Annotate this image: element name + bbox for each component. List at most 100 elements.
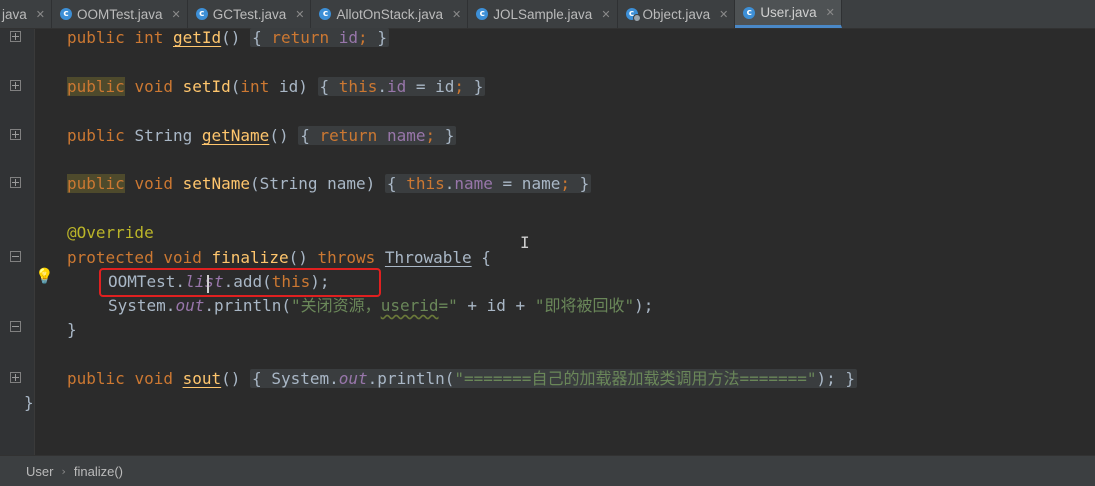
token: = name	[492, 174, 561, 193]
mouse-ibeam-cursor: I	[520, 233, 530, 252]
token: {	[252, 28, 262, 47]
string-literal: ="	[438, 296, 458, 315]
code-line-sout: public void sout() { System.out.println(…	[67, 367, 858, 391]
tab-label: java	[2, 6, 27, 22]
code-line-finalize: protected void finalize() throws Throwab…	[67, 246, 491, 270]
chevron-right-icon: ›	[61, 464, 66, 478]
keyword: public	[67, 28, 125, 47]
token: ;	[425, 126, 436, 145]
folded-body[interactable]: { return id; }	[250, 28, 389, 47]
folded-body[interactable]: { System.out.println("=======自己的加载器加载类调用…	[250, 369, 858, 388]
static-field: out	[338, 369, 368, 388]
token: .println(	[204, 296, 292, 315]
token: {	[481, 248, 491, 267]
tab-label: OOMTest.java	[76, 6, 163, 22]
token: }	[473, 77, 484, 96]
tab-partial-java[interactable]: java ✕	[0, 0, 52, 28]
tab-gctest[interactable]: c GCTest.java ✕	[188, 0, 312, 28]
close-icon[interactable]: ✕	[719, 8, 728, 21]
code-line-method-close: }	[67, 320, 77, 339]
class-icon: c	[59, 8, 72, 20]
token: = id	[406, 77, 455, 96]
tab-oomtest[interactable]: c OOMTest.java ✕	[52, 0, 188, 28]
token: }	[845, 369, 856, 388]
token: .println(	[367, 369, 455, 388]
string-literal: userid	[380, 296, 439, 315]
keyword: void	[134, 174, 173, 193]
keyword: throws	[317, 248, 376, 267]
method-name: getName	[201, 126, 270, 145]
close-icon[interactable]: ✕	[295, 8, 304, 21]
keyword: void	[163, 248, 202, 267]
keyword: int	[240, 77, 270, 96]
keyword: return	[319, 126, 378, 145]
token: {	[386, 174, 397, 193]
token: );	[634, 296, 654, 315]
token: )	[298, 77, 308, 96]
method-name: setName	[182, 174, 251, 193]
string-literal: "=======自己的加载器加载类调用方法======="	[454, 369, 817, 388]
breadcrumb-method[interactable]: finalize()	[74, 464, 123, 479]
keyword: this	[406, 174, 445, 193]
close-icon[interactable]: ✕	[452, 8, 461, 21]
class-icon: c	[476, 8, 489, 20]
field: id	[338, 28, 359, 47]
code-line-println: System.out.println("关闭资源，userid=" + id +…	[108, 294, 653, 318]
tab-allotonstack[interactable]: c AllotOnStack.java ✕	[311, 0, 469, 28]
tab-label: User.java	[760, 5, 817, 20]
token: id	[278, 77, 299, 96]
code-line-setid: public void setId(int id) { this.id = id…	[67, 75, 486, 99]
field: id	[386, 77, 407, 96]
keyword: void	[134, 77, 173, 96]
breadcrumb-class[interactable]: User	[26, 464, 53, 479]
token: }	[444, 126, 455, 145]
code-line-setname: public void setName(String name) { this.…	[67, 172, 592, 196]
method-name: sout	[182, 369, 222, 388]
keyword: public	[67, 369, 125, 388]
folded-body[interactable]: { return name; }	[298, 126, 457, 145]
token: {	[300, 126, 310, 145]
close-icon[interactable]: ✕	[172, 8, 181, 21]
keyword: void	[134, 369, 173, 388]
token: {	[252, 369, 262, 388]
folded-body[interactable]: { this.id = id; }	[317, 77, 486, 96]
class-ref: System.	[271, 369, 339, 388]
token: ()	[288, 248, 308, 267]
tab-label: Object.java	[642, 6, 711, 22]
token: ()	[221, 369, 241, 388]
tab-user[interactable]: c User.java ✕	[735, 0, 842, 28]
tab-jolsample[interactable]: c JOLSample.java ✕	[468, 0, 618, 28]
code-editor[interactable]: 💡 public int getId() { return id; } publ…	[0, 26, 1095, 455]
code-line-getid: public int getId() { return id; }	[67, 26, 389, 50]
close-icon[interactable]: ✕	[826, 6, 835, 19]
class-icon: c	[743, 6, 756, 19]
class-ref: System.	[108, 296, 176, 315]
tab-label: JOLSample.java	[493, 6, 593, 22]
token: ;	[358, 28, 368, 47]
keyword: this	[338, 77, 378, 96]
tab-label: AllotOnStack.java	[336, 6, 444, 22]
code-line-getname: public String getName() { return name; }	[67, 124, 457, 148]
token: ;	[454, 77, 465, 96]
close-icon[interactable]: ✕	[601, 8, 610, 21]
token: }	[579, 174, 590, 193]
class-icon: c	[195, 8, 208, 20]
static-field: out	[175, 296, 205, 315]
keyword: public	[67, 126, 125, 145]
method-name: setId	[182, 77, 231, 96]
token: }	[377, 28, 387, 47]
token: + id +	[457, 296, 535, 315]
editor-tab-bar: java ✕ c OOMTest.java ✕ c GCTest.java ✕ …	[0, 0, 1095, 29]
field: name	[454, 174, 493, 193]
folded-body[interactable]: { this.name = name; }	[384, 174, 592, 193]
code-line-class-close: }	[24, 393, 34, 412]
token: ()	[221, 28, 241, 47]
field: name	[386, 126, 426, 145]
close-icon[interactable]: ✕	[36, 8, 45, 21]
string-literal: "关闭资源，	[291, 296, 381, 315]
keyword: public	[67, 77, 125, 96]
method-name: getId	[172, 28, 222, 47]
token: ;	[560, 174, 570, 193]
token: {	[319, 77, 330, 96]
tab-object[interactable]: c Object.java ✕	[618, 0, 736, 28]
